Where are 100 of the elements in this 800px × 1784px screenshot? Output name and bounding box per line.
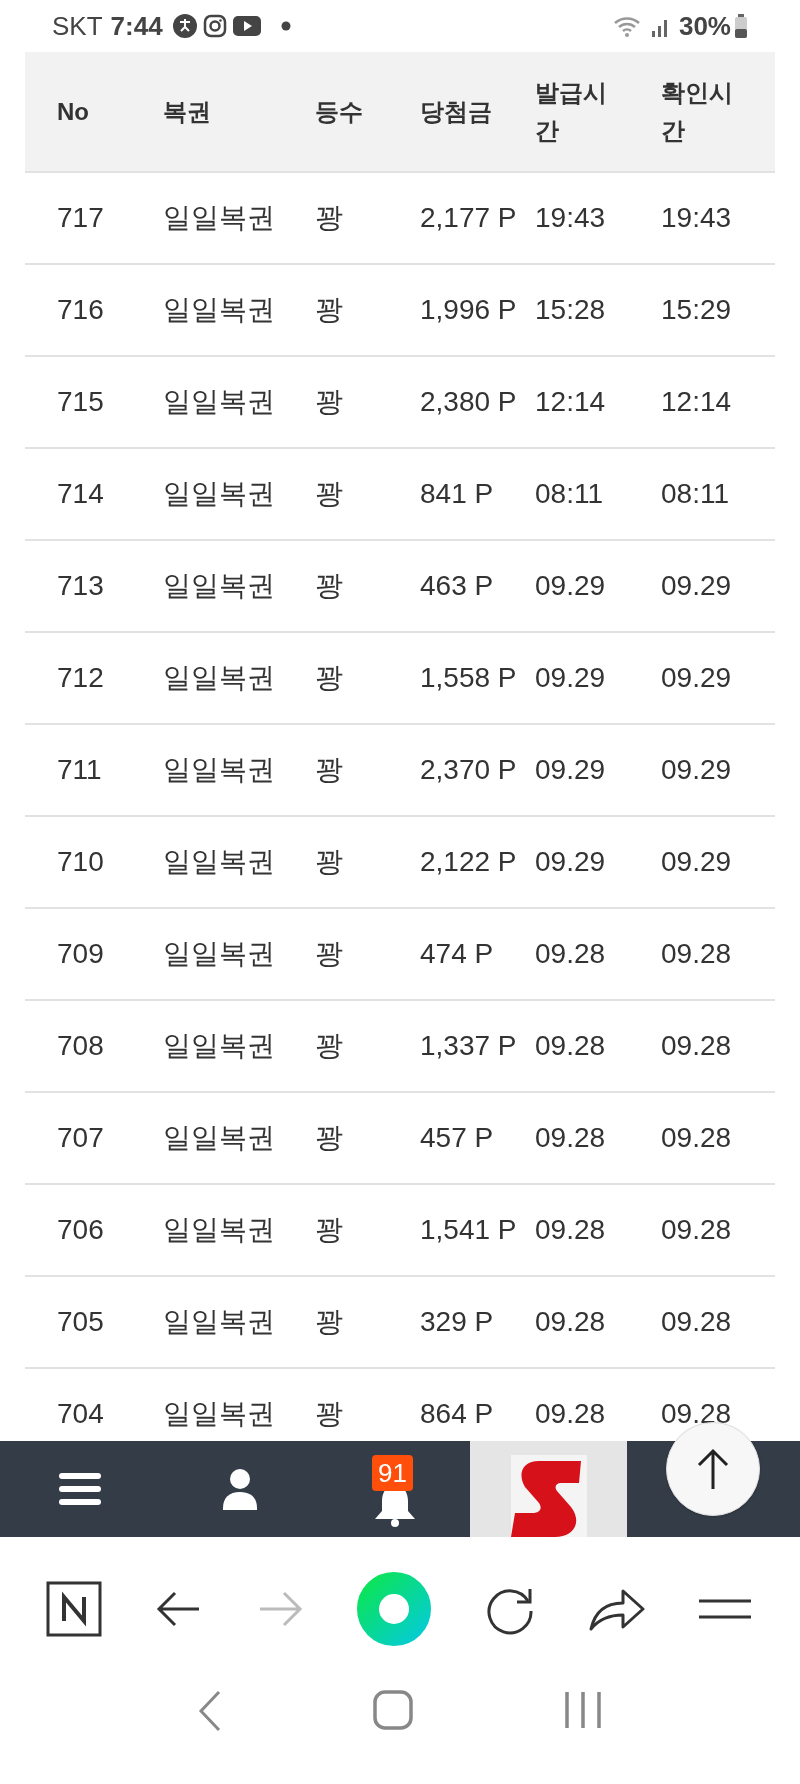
table-cell: 12:14 <box>535 386 606 417</box>
table-cell: 09.28 <box>661 1122 732 1153</box>
table-cell: 일일복권 <box>163 386 275 417</box>
table-cell: 1,541 P <box>420 1214 517 1245</box>
table-cell: 09.29 <box>661 754 732 785</box>
table-cell: 꽝 <box>315 846 343 877</box>
column-header: No <box>57 96 90 127</box>
table-cell: 꽝 <box>315 662 343 693</box>
table-cell: 717 <box>57 202 104 233</box>
table-cell: 꽝 <box>315 1214 343 1245</box>
table-cell: 일일복권 <box>163 294 275 325</box>
table-cell: 12:14 <box>661 386 732 417</box>
app-badge-icon <box>172 14 197 38</box>
table-cell: 09.29 <box>535 754 606 785</box>
column-header: 확인시간 <box>661 77 734 146</box>
table-cell: 일일복권 <box>163 1398 275 1429</box>
clock: 7:44 <box>110 9 163 43</box>
battery-percent: 30% <box>678 9 731 43</box>
table-cell: 716 <box>57 294 104 325</box>
table-cell: 09.29 <box>661 570 732 601</box>
table-cell: 09.28 <box>661 1398 732 1429</box>
table-cell: 09.29 <box>535 570 606 601</box>
menu-icon[interactable] <box>59 1471 101 1507</box>
table-cell: 꽝 <box>315 754 343 785</box>
table-cell: 709 <box>57 938 104 969</box>
user-icon[interactable] <box>223 1468 257 1510</box>
table-cell: 일일복권 <box>163 1306 275 1337</box>
carrier-name: SKT <box>52 9 103 43</box>
table-cell: 09.29 <box>661 662 732 693</box>
table-cell: 일일복권 <box>163 846 275 877</box>
back-chevron-icon[interactable] <box>197 1690 223 1732</box>
dot-icon <box>280 21 291 31</box>
table-cell: 705 <box>57 1306 104 1337</box>
table-cell: 일일복권 <box>163 570 275 601</box>
table-cell: 09.28 <box>661 1214 732 1245</box>
table-cell: 19:43 <box>535 202 606 233</box>
column-header: 당첨금 <box>420 96 493 127</box>
table-cell: 09.28 <box>535 1306 606 1337</box>
table-cell: 꽝 <box>315 1398 343 1429</box>
table-cell: 09.28 <box>661 1306 732 1337</box>
table-cell: 09.28 <box>661 1030 732 1061</box>
table-cell: 09.28 <box>535 1214 606 1245</box>
table-cell: 15:28 <box>535 294 606 325</box>
camera-app-icon <box>202 14 227 38</box>
table-cell: 09.28 <box>535 938 606 969</box>
table-cell: 1,996 P <box>420 294 517 325</box>
table-cell: 일일복권 <box>163 202 275 233</box>
table-cell: 710 <box>57 846 104 877</box>
table-cell: 713 <box>57 570 104 601</box>
naver-icon[interactable] <box>46 1580 103 1637</box>
table-cell: 706 <box>57 1214 104 1245</box>
table-cell: 2,122 P <box>420 846 517 877</box>
table-cell: 1,558 P <box>420 662 517 693</box>
table-cell: 19:43 <box>661 202 732 233</box>
table-cell: 꽝 <box>315 1122 343 1153</box>
notification-badge: 91 <box>372 1455 413 1491</box>
table-cell: 712 <box>57 662 104 693</box>
table-cell: 꽝 <box>315 1030 343 1061</box>
table-cell: 09.28 <box>535 1030 606 1061</box>
table-cell: 841 P <box>420 478 494 509</box>
table-cell: 09.28 <box>661 938 732 969</box>
table-cell: 708 <box>57 1030 104 1061</box>
table-cell: 329 P <box>420 1306 494 1337</box>
table-cell: 일일복권 <box>163 1030 275 1061</box>
column-header: 복권 <box>163 96 212 127</box>
table-cell: 꽝 <box>315 202 343 233</box>
menu-icon[interactable] <box>697 1597 754 1620</box>
table-cell: 꽝 <box>315 1306 343 1337</box>
table-cell: 714 <box>57 478 104 509</box>
battery-icon <box>734 14 748 38</box>
table-cell: 일일복권 <box>163 754 275 785</box>
table-cell: 704 <box>57 1398 104 1429</box>
table-cell: 457 P <box>420 1122 494 1153</box>
table-cell: 864 P <box>420 1398 494 1429</box>
table-cell: 2,370 P <box>420 754 517 785</box>
arrow-up-icon <box>696 1447 730 1491</box>
table-cell: 715 <box>57 386 104 417</box>
table-cell: 09.28 <box>535 1122 606 1153</box>
logo-tile[interactable] <box>470 1441 627 1537</box>
table-cell: 2,380 P <box>420 386 517 417</box>
table-cell: 일일복권 <box>163 1122 275 1153</box>
table-cell: 474 P <box>420 938 494 969</box>
table-cell: 2,177 P <box>420 202 517 233</box>
table-cell: 707 <box>57 1122 104 1153</box>
table-cell: 꽝 <box>315 570 343 601</box>
table-cell: 일일복권 <box>163 662 275 693</box>
table-cell: 꽝 <box>315 294 343 325</box>
table-cell: 09.29 <box>535 662 606 693</box>
table-cell: 꽝 <box>315 938 343 969</box>
table-cell: 일일복권 <box>163 938 275 969</box>
recent-apps-icon[interactable] <box>563 1690 603 1730</box>
column-header: 등수 <box>315 96 364 127</box>
table-cell: 1,337 P <box>420 1030 517 1061</box>
table-cell: 꽝 <box>315 478 343 509</box>
table-cell: 일일복권 <box>163 478 275 509</box>
table-cell: 꽝 <box>315 386 343 417</box>
home-button-icon[interactable] <box>373 1690 413 1730</box>
table-cell: 463 P <box>420 570 494 601</box>
table-cell: 08:11 <box>661 478 729 509</box>
column-header: 발급시간 <box>535 77 608 146</box>
